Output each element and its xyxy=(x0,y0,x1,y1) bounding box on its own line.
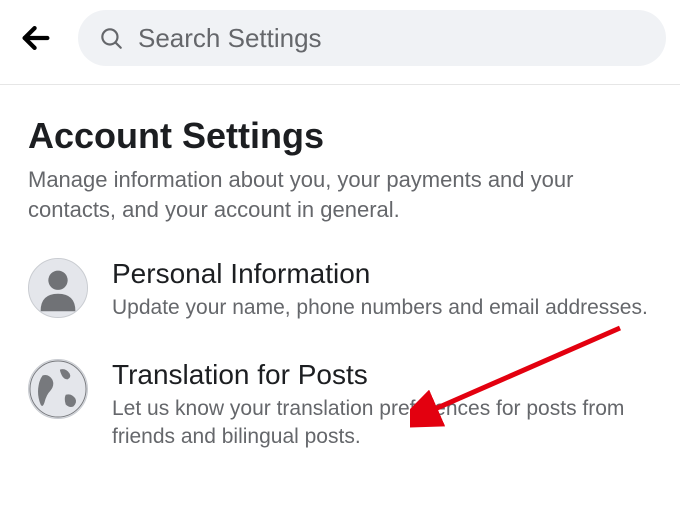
setting-desc: Let us know your translation preferences… xyxy=(112,395,652,452)
setting-text: Personal Information Update your name, p… xyxy=(112,258,652,322)
content: Account Settings Manage information abou… xyxy=(0,85,680,451)
search-icon xyxy=(98,25,124,51)
setting-translation-for-posts[interactable]: Translation for Posts Let us know your t… xyxy=(28,359,652,452)
setting-text: Translation for Posts Let us know your t… xyxy=(112,359,652,452)
search-input[interactable] xyxy=(138,23,646,54)
page-subtitle: Manage information about you, your payme… xyxy=(28,165,652,224)
page-title: Account Settings xyxy=(28,115,652,157)
search-bar[interactable] xyxy=(78,10,666,66)
back-button[interactable] xyxy=(14,16,58,60)
setting-title: Translation for Posts xyxy=(112,359,652,391)
arrow-left-icon xyxy=(19,21,53,55)
header xyxy=(0,0,680,85)
setting-title: Personal Information xyxy=(112,258,652,290)
setting-personal-information[interactable]: Personal Information Update your name, p… xyxy=(28,258,652,322)
globe-icon xyxy=(28,359,88,419)
person-icon xyxy=(28,258,88,318)
setting-desc: Update your name, phone numbers and emai… xyxy=(112,294,652,322)
